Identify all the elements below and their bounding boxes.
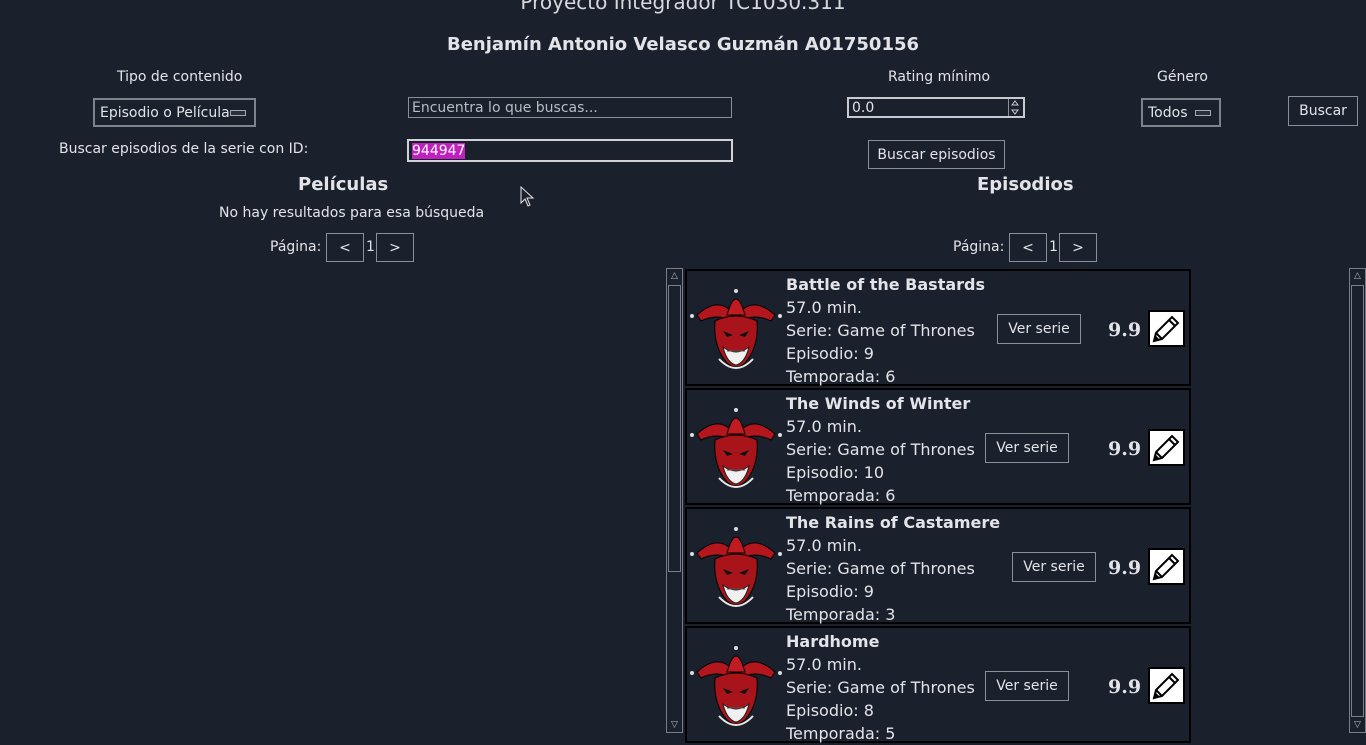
episode-card: Battle of the Bastards 57.0 min. Serie: Ga…: [685, 269, 1191, 386]
genre-value: Todos: [1148, 104, 1188, 121]
dropdown-indicator-icon: [230, 109, 246, 116]
pencil-icon[interactable]: [1148, 548, 1185, 585]
episode-number: Episodio: 8: [786, 701, 874, 720]
episode-season: Temporada: 5: [786, 724, 896, 743]
search-episodes-button[interactable]: Buscar episodios: [868, 140, 1005, 169]
episode-info: The Rains of Castamere 57.0 min. Serie: Ga…: [786, 511, 1000, 626]
dropdown-indicator-icon: [1195, 109, 1211, 116]
episode-rating: 9.9: [1108, 557, 1142, 579]
scroll-down-icon[interactable]: ▽: [1350, 718, 1365, 732]
episode-duration: 57.0 min.: [786, 536, 862, 555]
app-title: Proyecto Integrador TC1030.311: [520, 0, 846, 14]
movies-empty-message: No hay resultados para esa búsqueda: [219, 205, 485, 221]
episode-rating: 9.9: [1108, 319, 1142, 341]
episode-rating: 9.9: [1108, 438, 1142, 460]
episodes-next-page-button[interactable]: >: [1059, 233, 1097, 262]
view-series-button[interactable]: Ver serie: [985, 433, 1069, 463]
episode-card: The Winds of Winter 57.0 min. Serie: Game …: [685, 388, 1191, 505]
search-button[interactable]: Buscar: [1288, 96, 1358, 126]
pencil-icon[interactable]: [1148, 310, 1185, 347]
movies-scrollbar[interactable]: △ ▽: [666, 268, 683, 733]
author-heading: Benjamín Antonio Velasco Guzmán A0175015…: [446, 34, 920, 55]
movies-page-number: 1: [366, 239, 375, 255]
episode-info: Hardhome 57.0 min. Serie: Game of Thrones E…: [786, 630, 975, 745]
scroll-down-icon[interactable]: ▽: [667, 718, 682, 732]
scrollbar-thumb[interactable]: [1351, 285, 1364, 717]
episode-info: The Winds of Winter 57.0 min. Serie: Game …: [786, 392, 975, 507]
episode-number: Episodio: 9: [786, 582, 874, 601]
pencil-icon[interactable]: [1148, 429, 1185, 466]
search-placeholder: Encuentra lo que buscas...: [412, 99, 598, 116]
episodes-page-label: Página:: [953, 239, 1005, 255]
jester-mask-icon: [687, 642, 785, 730]
episodes-title: Episodios: [977, 174, 1074, 195]
scroll-up-icon[interactable]: △: [667, 269, 682, 283]
episode-season: Temporada: 6: [786, 486, 896, 505]
mouse-pointer-icon: [520, 186, 535, 207]
series-id-input[interactable]: 944947: [407, 139, 733, 162]
jester-mask-icon: [687, 404, 785, 492]
view-series-button[interactable]: Ver serie: [985, 671, 1069, 701]
episode-duration: 57.0 min.: [786, 417, 862, 436]
movies-prev-page-button[interactable]: <: [326, 233, 364, 262]
episode-rating: 9.9: [1108, 676, 1142, 698]
series-id-value: 944947: [412, 142, 466, 159]
episodes-scrollbar[interactable]: △ ▽: [1349, 268, 1366, 733]
episode-season: Temporada: 6: [786, 367, 896, 386]
rating-spinner[interactable]: 0.0: [847, 97, 1025, 118]
episode-info: Battle of the Bastards 57.0 min. Serie: Ga…: [786, 273, 985, 388]
pencil-icon[interactable]: [1148, 667, 1185, 704]
scroll-up-icon[interactable]: △: [1350, 269, 1365, 283]
episode-number: Episodio: 9: [786, 344, 874, 363]
episode-card: Hardhome 57.0 min. Serie: Game of Thrones E…: [685, 626, 1191, 743]
movies-next-page-button[interactable]: >: [376, 233, 414, 262]
episode-duration: 57.0 min.: [786, 655, 862, 674]
episode-name: Battle of the Bastards: [786, 275, 986, 294]
view-series-button[interactable]: Ver serie: [997, 314, 1081, 344]
episode-series: Serie: Game of Thrones: [786, 321, 975, 340]
spinner-arrows-icon: [1011, 100, 1019, 115]
episodes-prev-page-button[interactable]: <: [1009, 233, 1047, 262]
episode-season: Temporada: 3: [786, 605, 896, 624]
rating-label: Rating mínimo: [888, 69, 991, 85]
episode-duration: 57.0 min.: [786, 298, 862, 317]
episode-series: Serie: Game of Thrones: [786, 678, 975, 697]
episode-card: The Rains of Castamere 57.0 min. Serie: Ga…: [685, 507, 1191, 624]
episodes-page-number: 1: [1049, 239, 1058, 255]
view-series-button[interactable]: Ver serie: [1012, 552, 1096, 582]
genre-select[interactable]: Todos: [1141, 98, 1221, 127]
jester-mask-icon: [687, 285, 785, 373]
episode-series: Serie: Game of Thrones: [786, 559, 975, 578]
rating-value: 0.0: [852, 99, 875, 116]
jester-mask-icon: [687, 523, 785, 611]
content-type-select[interactable]: Episodio o Película: [93, 98, 256, 127]
movies-title: Películas: [298, 174, 389, 195]
search-input[interactable]: Encuentra lo que buscas...: [408, 97, 732, 118]
content-type-value: Episodio o Película: [100, 104, 230, 121]
episode-name: The Rains of Castamere: [786, 513, 1001, 532]
episode-name: The Winds of Winter: [786, 394, 971, 413]
episode-number: Episodio: 10: [786, 463, 885, 482]
episode-name: Hardhome: [786, 632, 880, 651]
scrollbar-thumb[interactable]: [668, 285, 681, 572]
genre-label: Género: [1157, 69, 1208, 85]
episode-series: Serie: Game of Thrones: [786, 440, 975, 459]
content-type-label: Tipo de contenido: [117, 69, 243, 85]
series-id-label: Buscar episodios de la serie con ID:: [59, 141, 309, 157]
spinner-arrows[interactable]: [1008, 99, 1021, 116]
movies-page-label: Página:: [270, 239, 322, 255]
